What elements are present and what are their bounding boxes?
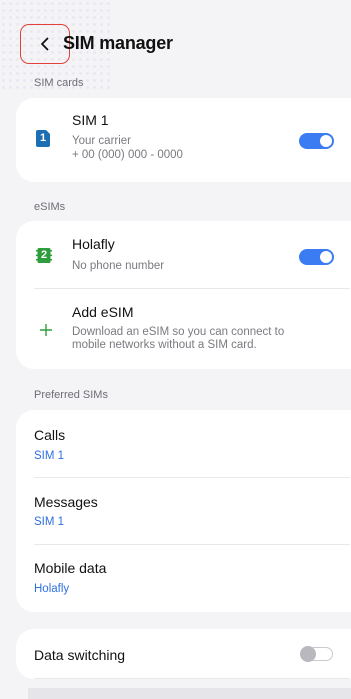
add-esim-title: Add eSIM bbox=[72, 304, 134, 320]
data-switching-toggle[interactable] bbox=[300, 646, 333, 662]
sim1-carrier: Your carrier bbox=[72, 135, 132, 147]
add-esim-sub-line1: Download an eSIM so you can connect to bbox=[72, 326, 285, 338]
bottom-bar bbox=[28, 688, 351, 699]
section-label-preferred: Preferred SIMs bbox=[34, 389, 108, 401]
add-esim-row[interactable]: Add eSIM Download an eSIM so you can con… bbox=[16, 289, 351, 369]
section-label-sim-cards: SIM cards bbox=[34, 77, 84, 89]
messages-value: SIM 1 bbox=[34, 516, 65, 528]
app-header: SIM manager bbox=[0, 24, 351, 64]
plus-icon bbox=[40, 324, 52, 336]
sim-cards-card: 1 SIM 1 Your carrier + 00 (000) 000 - 00… bbox=[16, 98, 351, 182]
preferred-messages-row[interactable]: Messages SIM 1 bbox=[16, 478, 351, 543]
toggle-knob bbox=[300, 646, 316, 662]
data-switching-label: Data switching bbox=[34, 647, 126, 663]
calls-label: Calls bbox=[34, 427, 66, 443]
esims-card: 2 Holafly No phone number Add eSIM Downl… bbox=[16, 221, 351, 369]
holafly-row[interactable]: 2 Holafly No phone number bbox=[16, 221, 351, 288]
section-label-esims: eSIMs bbox=[34, 201, 66, 213]
toggle-knob bbox=[318, 133, 334, 149]
holafly-name: Holafly bbox=[72, 236, 115, 252]
divider bbox=[34, 678, 350, 679]
sim1-badge: 1 bbox=[39, 132, 47, 144]
calls-value: SIM 1 bbox=[34, 450, 65, 462]
chevron-left-icon[interactable] bbox=[37, 36, 53, 52]
sim1-number: + 00 (000) 000 - 0000 bbox=[72, 149, 183, 161]
data-switching-row[interactable]: Data switching bbox=[16, 629, 351, 679]
holafly-toggle[interactable] bbox=[299, 249, 334, 265]
sim1-toggle[interactable] bbox=[299, 133, 334, 149]
mobile-data-value: Holafly bbox=[34, 583, 70, 595]
preferred-sims-card: Calls SIM 1 Messages SIM 1 Mobile data H… bbox=[16, 410, 351, 612]
sim1-name: SIM 1 bbox=[72, 112, 109, 128]
messages-label: Messages bbox=[34, 494, 98, 510]
data-switching-card: Data switching bbox=[16, 629, 351, 679]
holafly-sub: No phone number bbox=[72, 260, 165, 272]
page-title: SIM manager bbox=[63, 33, 173, 53]
toggle-knob bbox=[318, 249, 334, 265]
sim1-row[interactable]: 1 SIM 1 Your carrier + 00 (000) 000 - 00… bbox=[16, 98, 351, 182]
add-esim-sub-line2: mobile networks without a SIM card. bbox=[72, 339, 257, 351]
holafly-badge: 2 bbox=[40, 249, 48, 261]
mobile-data-label: Mobile data bbox=[34, 560, 107, 576]
preferred-calls-row[interactable]: Calls SIM 1 bbox=[16, 410, 351, 476]
preferred-mobile-data-row[interactable]: Mobile data Holafly bbox=[16, 545, 351, 612]
